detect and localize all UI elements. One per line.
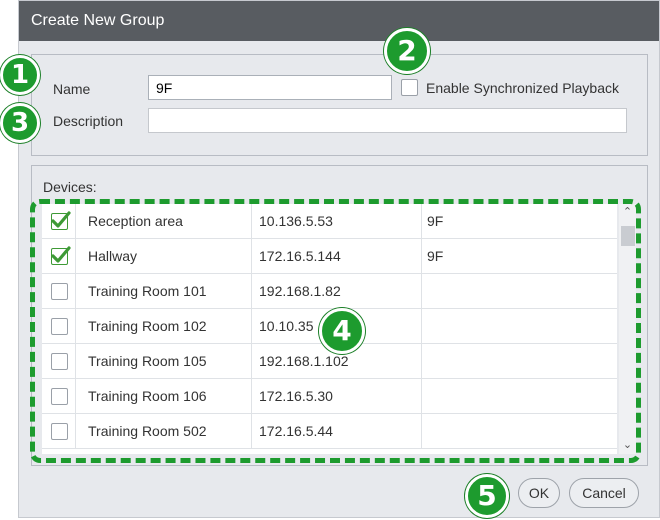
callout-1: 1 <box>0 55 40 95</box>
row-checkbox[interactable] <box>51 423 68 440</box>
callout-4: 4 <box>319 308 365 354</box>
scroll-down-icon[interactable]: ⌄ <box>619 437 636 454</box>
name-label: Name <box>53 81 91 97</box>
table-row[interactable]: Training Room 106 172.16.5.30 <box>42 379 617 414</box>
description-input[interactable] <box>148 108 627 133</box>
table-row[interactable]: Hallway 172.16.5.144 9F <box>42 239 617 274</box>
row-checkbox[interactable] <box>51 388 68 405</box>
device-group <box>422 344 617 379</box>
device-group <box>422 414 617 449</box>
device-group <box>422 379 617 414</box>
create-group-dialog: Create New Group Name Enable Synchronize… <box>18 0 660 518</box>
table-row[interactable]: Training Room 101 192.168.1.82 <box>42 274 617 309</box>
cancel-button[interactable]: Cancel <box>569 478 639 508</box>
device-ip: 172.16.5.30 <box>252 379 422 414</box>
row-checkbox[interactable] <box>51 353 68 370</box>
device-group <box>422 274 617 309</box>
device-name: Training Room 106 <box>76 379 252 414</box>
device-name: Training Room 502 <box>76 414 252 449</box>
dialog-title: Create New Group <box>19 1 659 41</box>
row-checkbox[interactable] <box>51 283 68 300</box>
sync-playback-label: Enable Synchronized Playback <box>426 80 620 96</box>
group-info-box <box>31 54 648 156</box>
row-checkbox[interactable] <box>51 211 71 230</box>
callout-5: 5 <box>465 474 509 518</box>
ok-button[interactable]: OK <box>518 478 560 508</box>
row-checkbox[interactable] <box>51 246 71 265</box>
device-name: Training Room 105 <box>76 344 252 379</box>
name-input[interactable] <box>148 75 392 100</box>
device-group: 9F <box>427 213 444 229</box>
device-ip: 172.16.5.44 <box>252 414 422 449</box>
row-checkbox[interactable] <box>51 318 68 335</box>
device-ip: 10.136.5.53 <box>252 204 422 239</box>
scroll-thumb[interactable] <box>621 226 635 246</box>
device-name: Reception area <box>76 204 252 239</box>
device-ip: 192.168.1.82 <box>252 274 422 309</box>
device-name: Hallway <box>76 239 252 274</box>
device-name: Training Room 102 <box>76 309 252 344</box>
table-row[interactable]: Training Room 502 172.16.5.44 <box>42 414 617 449</box>
description-label: Description <box>53 113 124 129</box>
devices-label: Devices: <box>43 179 97 195</box>
scroll-up-icon[interactable]: ⌃ <box>619 204 636 221</box>
device-name: Training Room 101 <box>76 274 252 309</box>
check-icon <box>51 211 71 228</box>
callout-3: 3 <box>0 103 40 143</box>
sync-playback-checkbox[interactable] <box>401 79 418 96</box>
device-group <box>422 309 617 344</box>
table-row[interactable]: Reception area 10.136.5.53 9F <box>42 204 617 239</box>
devices-scrollbar[interactable]: ⌃ ⌄ <box>619 204 636 454</box>
device-group: 9F <box>427 248 444 264</box>
device-ip: 172.16.5.144 <box>252 239 422 274</box>
check-icon <box>51 246 71 263</box>
callout-2: 2 <box>384 28 430 74</box>
